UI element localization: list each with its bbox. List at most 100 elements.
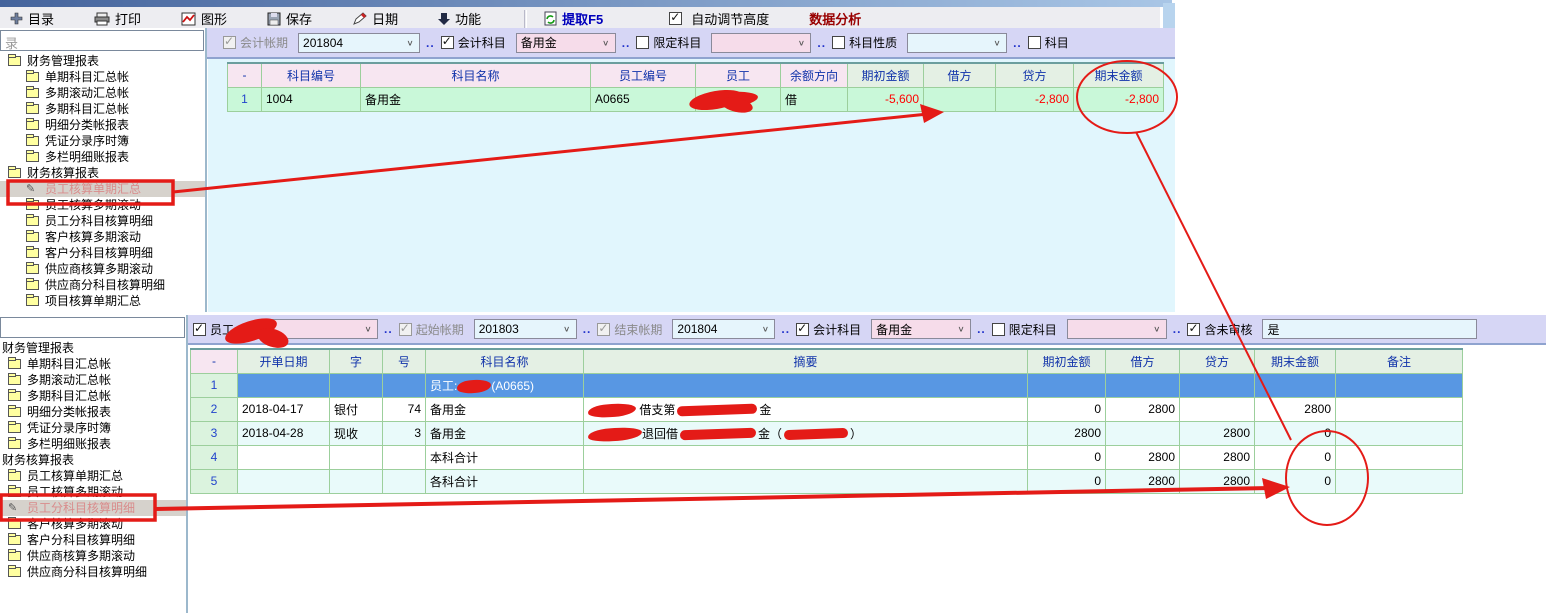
debit-cell[interactable]: 2800 — [1106, 397, 1180, 421]
top-sidebar-filter-input[interactable]: 录 — [0, 30, 204, 51]
bottom-sidebar-filter-input[interactable] — [0, 317, 185, 338]
end-more-button[interactable]: .. — [781, 322, 790, 336]
tree-item[interactable]: 多期科目汇总帐 — [0, 101, 205, 117]
start-period-checkbox[interactable] — [399, 323, 412, 336]
employee-checkbox[interactable] — [193, 323, 206, 336]
opening-cell[interactable]: 0 — [1028, 397, 1106, 421]
tree-item[interactable]: 多栏明细账报表 — [0, 149, 205, 165]
row-number[interactable]: 4 — [191, 445, 238, 469]
limit-more-button[interactable]: .. — [1173, 322, 1182, 336]
debit-cell[interactable] — [1106, 421, 1180, 445]
tree-item[interactable]: 多期滚动汇总帐 — [0, 85, 205, 101]
tree-item[interactable]: 供应商核算多期滚动 — [0, 548, 186, 564]
tree-item[interactable]: 员工分科目核算明细 — [0, 213, 205, 229]
tree-item[interactable]: 客户分科目核算明细 — [0, 532, 186, 548]
number-cell[interactable]: 3 — [383, 421, 426, 445]
tree-item[interactable]: 明细分类帐报表 — [0, 404, 186, 420]
subject-more-button[interactable]: .. — [977, 322, 986, 336]
subject-cell[interactable]: 备用金 — [426, 397, 584, 421]
tree-group-finance-calc[interactable]: 财务核算报表 — [0, 452, 186, 468]
row-number[interactable]: 5 — [191, 469, 238, 493]
print-button[interactable]: 打印 — [91, 9, 144, 29]
tree-item[interactable]: 单期科目汇总帐 — [0, 356, 186, 372]
closing-cell[interactable]: 0 — [1255, 445, 1336, 469]
function-button[interactable]: 功能 — [435, 9, 484, 29]
number-cell[interactable]: 74 — [383, 397, 426, 421]
data-analysis-button[interactable]: 数据分析 — [806, 9, 864, 29]
limit-combo[interactable]: ∨ — [1067, 319, 1167, 339]
tree-item[interactable]: 单期科目汇总帐 — [0, 69, 205, 85]
tree-group-finance-calc[interactable]: 财务核算报表 — [0, 165, 205, 181]
tree-item[interactable]: 员工核算多期滚动 — [0, 197, 205, 213]
subject2-checkbox[interactable] — [1028, 36, 1041, 49]
limit-combo[interactable]: ∨ — [711, 33, 811, 53]
credit-cell[interactable] — [1180, 397, 1255, 421]
subject-combo[interactable]: 备用金∨ — [516, 33, 616, 53]
opening-cell[interactable]: -5,600 — [848, 87, 924, 111]
end-period-combo[interactable]: 201804∨ — [672, 319, 775, 339]
subject-checkbox[interactable] — [441, 36, 454, 49]
tree-item[interactable]: 供应商分科目核算明细 — [0, 277, 205, 293]
row-number[interactable]: 1 — [191, 373, 238, 397]
closing-cell[interactable]: 2800 — [1255, 397, 1336, 421]
tree-item[interactable]: 凭证分录序时簿 — [0, 420, 186, 436]
tree-item-selected[interactable]: ✎员工分科目核算明细 — [0, 500, 186, 516]
splitter[interactable] — [205, 28, 207, 312]
limit-checkbox[interactable] — [992, 323, 1005, 336]
employee-group-label[interactable]: 员工:(A0665) — [426, 373, 584, 397]
debit-cell[interactable] — [924, 87, 996, 111]
tree-item[interactable]: 供应商核算多期滚动 — [0, 261, 205, 277]
subject-code-cell[interactable]: 1004 — [262, 87, 361, 111]
tree-item[interactable]: 员工核算单期汇总 — [0, 468, 186, 484]
date-cell[interactable]: 2018-04-17 — [238, 397, 330, 421]
opening-cell[interactable]: 0 — [1028, 445, 1106, 469]
direction-cell[interactable]: 借 — [781, 87, 848, 111]
end-period-checkbox[interactable] — [597, 323, 610, 336]
employee-cell[interactable] — [696, 87, 781, 111]
tree-item[interactable]: 项目核算单期汇总 — [0, 293, 205, 309]
auto-height-toggle[interactable]: 自动调节高度 — [666, 9, 772, 29]
subject-more-button[interactable]: .. — [622, 36, 631, 50]
tree-item[interactable]: 员工核算多期滚动 — [0, 484, 186, 500]
date-cell[interactable]: 2018-04-28 — [238, 421, 330, 445]
tree-item[interactable]: 多期科目汇总帐 — [0, 388, 186, 404]
subject-cell[interactable]: 备用金 — [426, 421, 584, 445]
tree-group-finance-mgmt[interactable]: 财务管理报表 — [0, 53, 205, 69]
row-number[interactable]: 3 — [191, 421, 238, 445]
save-button[interactable]: 保存 — [264, 9, 315, 29]
menu-button[interactable]: 目录 — [6, 9, 57, 29]
period-combo[interactable]: 201804∨ — [298, 33, 420, 53]
unaudited-checkbox[interactable] — [1187, 323, 1200, 336]
limit-checkbox[interactable] — [636, 36, 649, 49]
period-checkbox[interactable] — [223, 36, 236, 49]
subject-checkbox[interactable] — [796, 323, 809, 336]
unaudited-combo[interactable]: 是 — [1262, 319, 1477, 339]
tree-item[interactable]: 多栏明细账报表 — [0, 436, 186, 452]
tree-item-selected[interactable]: ✎员工核算单期汇总 — [0, 181, 205, 197]
employee-code-cell[interactable]: A0665 — [591, 87, 696, 111]
nature-combo[interactable]: ∨ — [907, 33, 1007, 53]
nature-more-button[interactable]: .. — [1013, 36, 1022, 50]
credit-cell[interactable]: -2,800 — [996, 87, 1074, 111]
subject-name-cell[interactable]: 备用金 — [361, 87, 591, 111]
tree-item[interactable]: 客户核算多期滚动 — [0, 229, 205, 245]
word-cell[interactable]: 银付 — [330, 397, 383, 421]
note-cell[interactable] — [1336, 397, 1463, 421]
note-cell[interactable] — [1336, 421, 1463, 445]
auto-height-checkbox[interactable] — [669, 12, 682, 25]
subtotal-label[interactable]: 本科合计 — [426, 445, 584, 469]
tree-item[interactable]: 供应商分科目核算明细 — [0, 564, 186, 580]
extract-button[interactable]: 提取F5 — [541, 9, 606, 29]
opening-cell[interactable]: 0 — [1028, 469, 1106, 493]
row-number[interactable]: 1 — [228, 87, 262, 111]
closing-cell[interactable]: 0 — [1255, 421, 1336, 445]
tree-group-finance-mgmt[interactable]: 财务管理报表 — [0, 340, 186, 356]
summary-cell[interactable]: 借支第金 — [584, 397, 1028, 421]
date-button[interactable]: 日期 — [349, 9, 401, 29]
tree-item[interactable]: 明细分类帐报表 — [0, 117, 205, 133]
nature-checkbox[interactable] — [832, 36, 845, 49]
limit-more-button[interactable]: .. — [817, 36, 826, 50]
opening-cell[interactable]: 2800 — [1028, 421, 1106, 445]
debit-cell[interactable]: 2800 — [1106, 469, 1180, 493]
start-period-combo[interactable]: 201803∨ — [474, 319, 577, 339]
